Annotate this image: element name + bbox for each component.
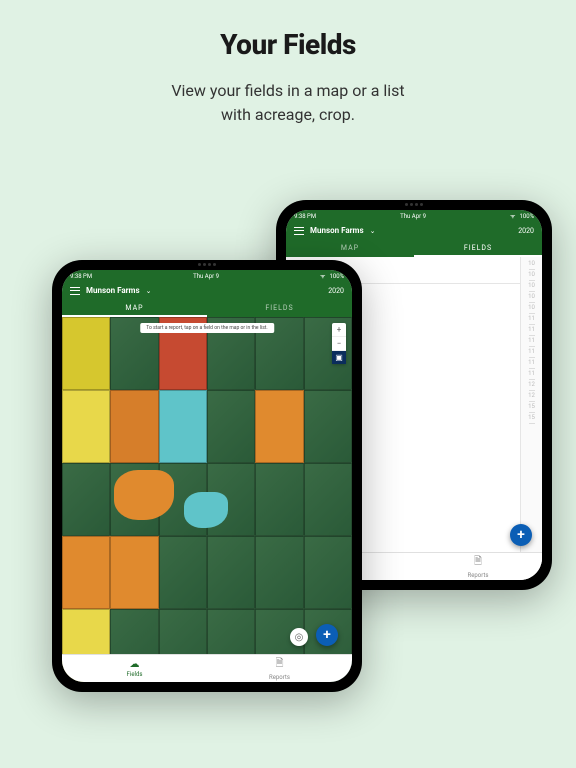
zoom-out-button[interactable]: − — [332, 337, 346, 351]
year-label[interactable]: 2020 — [328, 287, 344, 295]
page-subtitle: View your fields in a map or a list with… — [0, 79, 576, 127]
add-button[interactable]: + — [316, 624, 338, 646]
app-header: 9:38 PM Thu Apr 9 ᯤ 100% Munson Farms ⌄ … — [62, 270, 352, 317]
title-bar: Munson Farms ⌄ 2020 — [286, 222, 542, 239]
tab-fields[interactable]: FIELDS — [207, 299, 352, 317]
map-tooltip: To start a report, tap on a field on the… — [140, 323, 274, 333]
status-bar: 9:38 PM Thu Apr 9 ᯤ 100% — [62, 270, 352, 282]
nav-reports[interactable]: 🗎 Reports — [207, 655, 352, 682]
zoom-in-button[interactable]: + — [332, 323, 346, 337]
tabs: MAP FIELDS — [286, 239, 542, 257]
nav-reports[interactable]: 🗎 Reports — [414, 553, 542, 580]
page-title: Your Fields — [0, 28, 576, 61]
status-bar: 9:38 PM Thu Apr 9 ᯤ 100% — [286, 210, 542, 222]
title-bar: Munson Farms ⌄ 2020 — [62, 282, 352, 299]
tablet-front: 9:38 PM Thu Apr 9 ᯤ 100% Munson Farms ⌄ … — [52, 260, 362, 692]
nav-fields[interactable]: ☁ Fields — [62, 655, 207, 682]
menu-icon[interactable] — [294, 227, 304, 235]
tab-map[interactable]: MAP — [286, 239, 414, 257]
map-controls: + − ▣ — [332, 323, 346, 364]
account-dropdown[interactable]: Munson Farms — [310, 226, 364, 235]
geolocate-button[interactable]: ◎ — [290, 628, 308, 646]
tab-fields[interactable]: FIELDS — [414, 239, 542, 257]
wifi-icon: ᯤ — [510, 212, 515, 220]
layers-button[interactable]: ▣ — [332, 351, 346, 364]
tab-map[interactable]: MAP — [62, 299, 207, 317]
promo-header: Your Fields View your fields in a map or… — [0, 0, 576, 127]
map-area[interactable]: To start a report, tap on a field on the… — [62, 317, 352, 682]
chevron-down-icon[interactable]: ⌄ — [146, 287, 152, 295]
satellite-map[interactable]: To start a report, tap on a field on the… — [62, 317, 352, 682]
tabs: MAP FIELDS — [62, 299, 352, 317]
year-label[interactable]: 2020 — [518, 227, 534, 235]
cloud-icon: ☁ — [130, 659, 140, 670]
screen-front: 9:38 PM Thu Apr 9 ᯤ 100% Munson Farms ⌄ … — [62, 270, 352, 682]
add-button[interactable]: + — [510, 524, 532, 546]
account-dropdown[interactable]: Munson Farms — [86, 286, 140, 295]
doc-icon: 🗎 — [275, 656, 283, 673]
bottom-nav: ☁ Fields 🗎 Reports — [62, 654, 352, 682]
app-header: 9:38 PM Thu Apr 9 ᯤ 100% Munson Farms ⌄ … — [286, 210, 542, 257]
doc-icon: 🗎 — [474, 554, 482, 571]
menu-icon[interactable] — [70, 287, 80, 295]
chevron-down-icon[interactable]: ⌄ — [370, 227, 376, 235]
wifi-icon: ᯤ — [320, 272, 325, 280]
